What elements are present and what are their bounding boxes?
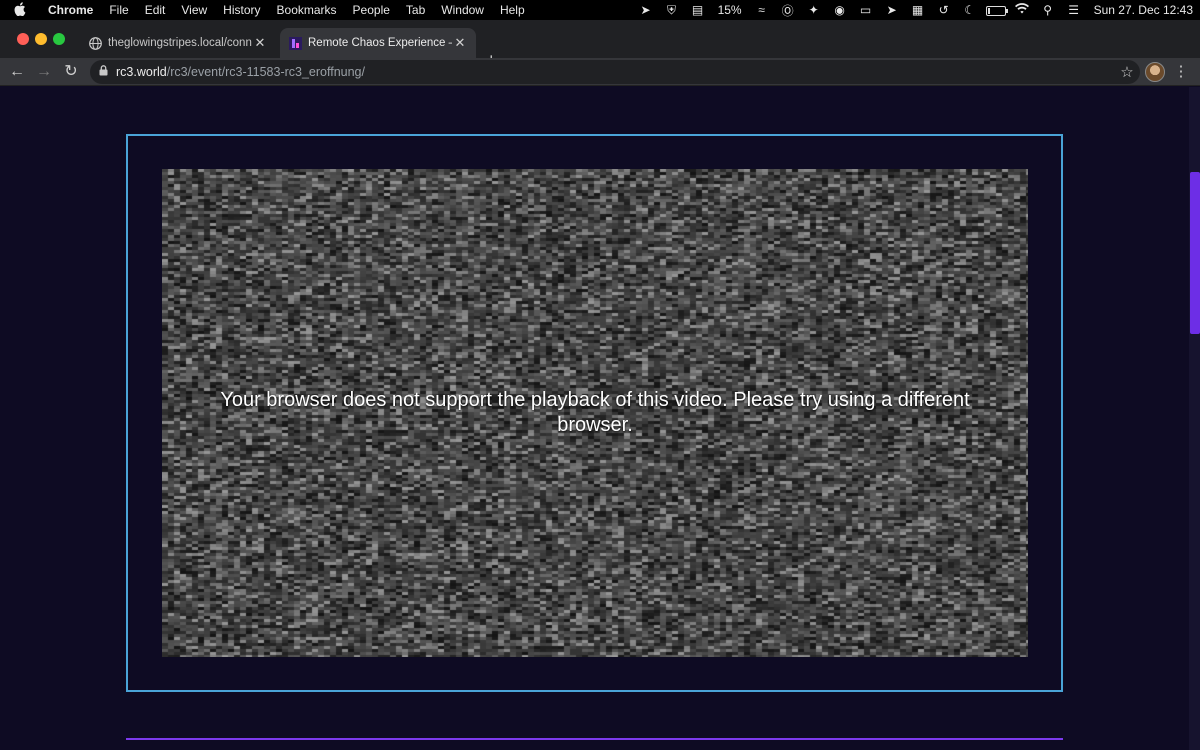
menu-tab[interactable]: Tab (398, 3, 433, 17)
battery-percent-text: 15% (717, 3, 742, 17)
pin-icon[interactable]: ✦ (801, 3, 827, 17)
apple-menu-icon[interactable] (0, 1, 40, 19)
menu-window[interactable]: Window (433, 3, 492, 17)
minimize-window-button[interactable] (35, 33, 47, 45)
tab-title: Remote Chaos Experience – Ev (308, 37, 452, 49)
close-tab-icon[interactable]: ✕ (252, 35, 268, 51)
lock-icon[interactable] (90, 65, 116, 79)
telegram-icon[interactable]: ➤ (879, 3, 905, 17)
close-tab-icon[interactable]: ✕ (452, 35, 468, 51)
airdrop-icon[interactable]: ≈ (749, 3, 775, 17)
forward-arrow-icon[interactable]: → (33, 61, 55, 83)
screen-mirror-icon[interactable]: ▭ (853, 3, 879, 17)
globe-icon (88, 36, 102, 50)
time-machine-icon[interactable]: ↺ (931, 3, 957, 17)
menu-bookmarks[interactable]: Bookmarks (269, 3, 345, 17)
profile-avatar[interactable] (1145, 62, 1165, 82)
menu-view[interactable]: View (173, 3, 215, 17)
control-center-icon[interactable]: ☰ (1061, 3, 1087, 17)
onepassword-icon[interactable]: Ⓞ (775, 2, 801, 19)
shield-icon[interactable]: ⛨ (659, 3, 685, 18)
url-host: rc3.world (116, 65, 167, 79)
address-bar[interactable]: rc3.world/rc3/event/rc3-11583-rc3_eroffn… (90, 60, 1140, 84)
rc3-logo-icon (288, 36, 302, 50)
close-window-button[interactable] (17, 33, 29, 45)
chrome-menu-icon[interactable]: ⋮ (1172, 61, 1190, 83)
moon-icon[interactable]: ☾ (957, 3, 983, 17)
menu-people[interactable]: People (345, 3, 398, 17)
zoom-window-button[interactable] (53, 33, 65, 45)
section-divider (126, 738, 1063, 740)
spotlight-icon[interactable]: ⚲ (1035, 3, 1061, 17)
browser-toolbar: ← → ↻ rc3.world/rc3/event/rc3-11583-rc3_… (0, 58, 1200, 86)
status-area: ➤ ⛨ ▤ 15% ≈ Ⓞ ✦ ◉ ▭ ➤ ▦ ↺ ☾ ⚲ ☰ Sun 27. … (633, 0, 1200, 20)
menu-edit[interactable]: Edit (137, 3, 174, 17)
video-unsupported-message: Your browser does not support the playba… (220, 389, 970, 436)
back-arrow-icon[interactable]: ← (6, 61, 28, 83)
record-icon[interactable]: ◉ (827, 3, 853, 17)
tab-strip: theglowingstripes.local/connec ✕ Remote … (0, 20, 1200, 70)
page-scrollbar-thumb[interactable] (1190, 172, 1200, 334)
bookmark-star-icon[interactable]: ☆ (1114, 63, 1140, 81)
app-menu-chrome[interactable]: Chrome (40, 3, 101, 17)
menu-file[interactable]: File (101, 3, 136, 17)
menu-help[interactable]: Help (492, 3, 533, 17)
url-path: /rc3/event/rc3-11583-rc3_eroffnung/ (166, 65, 365, 79)
video-player[interactable]: Your browser does not support the playba… (162, 169, 1028, 657)
location-arrow-icon[interactable]: ➤ (633, 3, 659, 17)
cpu-meter-icon[interactable]: ▤ (685, 3, 711, 17)
reload-icon[interactable]: ↻ (60, 61, 82, 83)
battery-icon[interactable] (983, 3, 1009, 17)
tab-title: theglowingstripes.local/connec (108, 37, 252, 49)
wifi-icon[interactable] (1009, 3, 1035, 17)
calendar-icon[interactable]: ▦ (905, 3, 931, 17)
macos-menubar: Chrome File Edit View History Bookmarks … (0, 0, 1200, 20)
tab-remote-chaos-experience[interactable]: Remote Chaos Experience – Ev ✕ (280, 28, 476, 58)
tab-theglowingstripes[interactable]: theglowingstripes.local/connec ✕ (80, 28, 276, 58)
clock-text[interactable]: Sun 27. Dec 12:43 (1087, 3, 1200, 17)
menu-history[interactable]: History (215, 3, 268, 17)
